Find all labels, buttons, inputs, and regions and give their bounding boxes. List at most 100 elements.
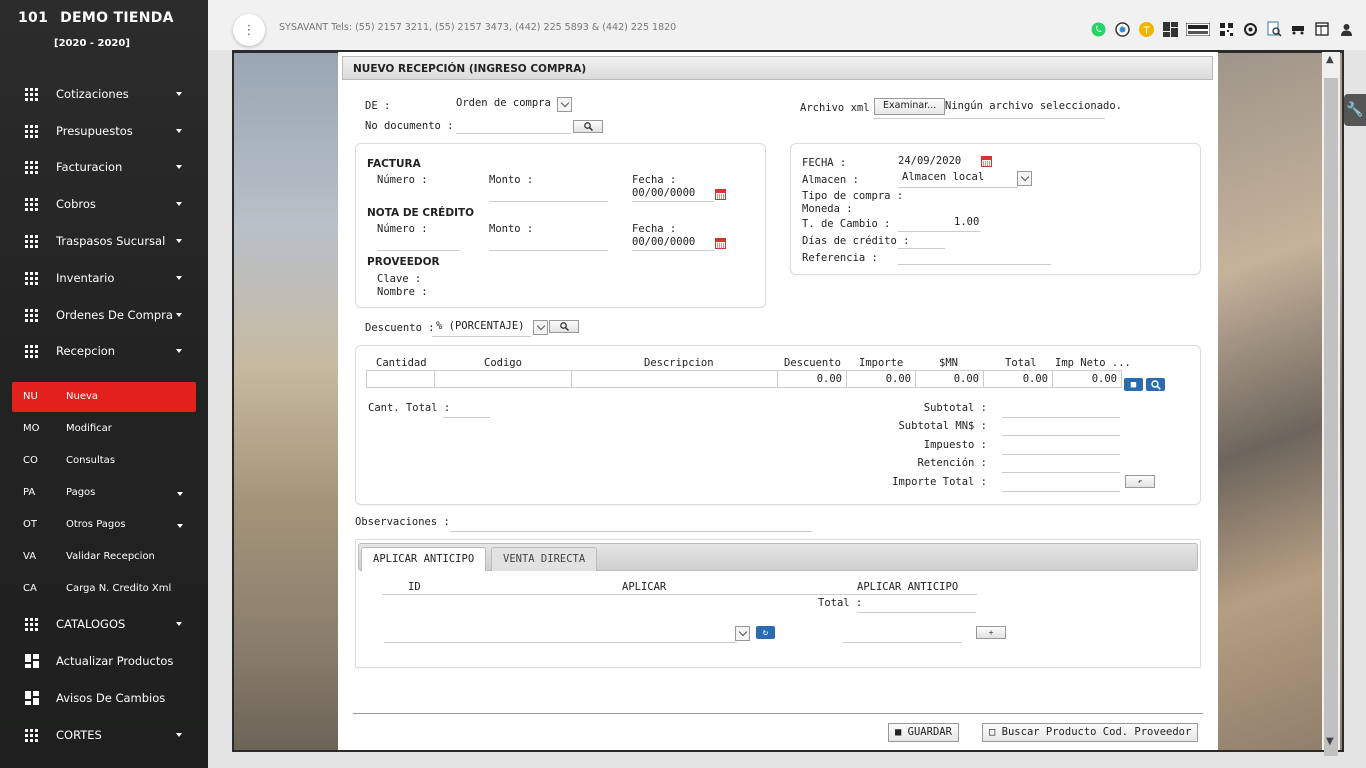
support-icon[interactable] (1114, 21, 1130, 37)
de-label: DE : (365, 100, 391, 112)
wrench-icon[interactable]: 🔧 (1344, 94, 1366, 126)
sidebar-item[interactable]: Ordenes De Compra (0, 297, 208, 333)
submenu-abbr: CO (23, 455, 38, 466)
tab-venta-directa[interactable]: VENTA DIRECTA (491, 547, 598, 571)
total-label: Total : (818, 597, 863, 609)
table-cell[interactable] (366, 370, 435, 388)
sidebar-item-label: Inventario (56, 271, 115, 285)
fecha-label: Fecha : (632, 223, 677, 235)
add-button[interactable]: + (976, 626, 1006, 639)
table-cell[interactable]: 0.00 (777, 370, 847, 388)
submenu-item[interactable]: PA Pagos (12, 478, 196, 508)
t-badge-icon[interactable]: T (1138, 21, 1154, 37)
search-document-button[interactable] (573, 120, 603, 133)
descuento-label: Descuento : (365, 322, 435, 334)
table-cell[interactable]: 0.00 (1052, 370, 1122, 388)
caret-down-icon (176, 276, 182, 280)
sidebar-item[interactable]: Inventario (0, 260, 208, 296)
calendar-icon[interactable] (715, 189, 726, 200)
no-documento-input[interactable] (456, 133, 571, 134)
submenu-item[interactable]: NU Nueva (12, 382, 196, 412)
window-icon[interactable] (1314, 21, 1330, 37)
sidebar-item[interactable]: Cotizaciones (0, 76, 208, 112)
chevron-down-icon[interactable] (735, 626, 750, 641)
anticipo-amount-input[interactable] (843, 642, 962, 643)
browse-file-button[interactable]: Examinar... (874, 98, 946, 115)
tipo-cambio-value[interactable]: 1.00 (954, 216, 979, 228)
no-documento-label: No documento : (365, 120, 454, 132)
submenu-abbr: MO (23, 423, 40, 434)
table-cell[interactable]: 0.00 (846, 370, 916, 388)
descuento-search-button[interactable] (549, 320, 579, 333)
target-icon[interactable] (1242, 21, 1258, 37)
descuento-select[interactable]: % (PORCENTAJE) (432, 319, 532, 336)
search-icon[interactable] (1146, 378, 1165, 391)
undo-button[interactable]: ↶ (1125, 475, 1155, 488)
total-value-importe-total (1002, 491, 1120, 492)
trash-icon[interactable]: ■ (1124, 378, 1143, 391)
table-header: $MN (939, 357, 958, 369)
save-button[interactable]: ■ GUARDAR (888, 723, 959, 742)
dias-credito-input[interactable] (898, 248, 945, 249)
sidebar-item-label: Facturacion (56, 160, 123, 174)
user-icon[interactable] (1338, 21, 1354, 37)
search-document-icon[interactable] (1266, 21, 1282, 37)
scrollbar[interactable]: ▲ ▼ (1322, 52, 1340, 756)
sidebar-item[interactable]: Facturacion (0, 149, 208, 185)
de-select[interactable]: Orden de compra (452, 96, 558, 113)
sidebar-item[interactable]: CORTES (0, 717, 208, 753)
truck-icon[interactable] (1290, 21, 1306, 37)
dashboard-icon[interactable] (1162, 21, 1178, 37)
calendar-icon[interactable] (981, 156, 992, 167)
sidebar-item[interactable]: Cobros (0, 186, 208, 222)
refresh-icon[interactable]: ↻ (756, 626, 775, 639)
monto-input[interactable] (489, 250, 608, 251)
submenu-item[interactable]: MO Modificar (12, 414, 196, 444)
table-cell[interactable] (434, 370, 572, 388)
table-cell[interactable]: 0.00 (983, 370, 1053, 388)
scroll-up-icon[interactable]: ▲ (1326, 54, 1334, 65)
numero-input[interactable] (377, 250, 459, 251)
search-product-button[interactable]: □ Buscar Producto Cod. Proveedor (982, 723, 1199, 742)
grid-icon (25, 309, 38, 322)
almacen-select[interactable]: Almacen local (898, 170, 1019, 187)
caret-down-icon (177, 492, 183, 496)
table-cell[interactable]: 0.00 (915, 370, 984, 388)
grid-icon (25, 345, 38, 358)
tab-bar: APLICAR ANTICIPO VENTA DIRECTA (358, 543, 1198, 571)
anticipo-select[interactable] (384, 642, 737, 643)
chevron-down-icon[interactable] (557, 97, 572, 112)
observaciones-input[interactable] (450, 531, 812, 532)
fecha-value[interactable]: 24/09/2020 (898, 155, 961, 167)
referencia-input[interactable] (898, 264, 1051, 265)
chevron-down-icon[interactable] (533, 320, 548, 335)
scroll-down-icon[interactable]: ▼ (1326, 736, 1334, 747)
table-cell[interactable] (571, 370, 778, 388)
submenu-item[interactable]: CO Consultas (12, 446, 196, 476)
submenu-item[interactable]: VA Validar Recepcion (12, 542, 196, 572)
calendar-icon[interactable] (715, 238, 726, 249)
sidebar-item[interactable]: Actualizar Productos (0, 643, 208, 679)
total-value (857, 612, 976, 613)
more-options-button[interactable]: ⋮ (233, 14, 265, 46)
fecha-value[interactable]: 00/00/0000 (632, 187, 695, 199)
sidebar-item[interactable]: Recepcion (0, 333, 208, 369)
toolbar-icons: T (1090, 20, 1362, 38)
monto-input[interactable] (489, 201, 608, 202)
sidebar-item[interactable]: Avisos De Cambios (0, 680, 208, 716)
sidebar-item[interactable]: Traspasos Sucursal (0, 223, 208, 259)
caret-down-icon (176, 622, 182, 626)
fecha-value[interactable]: 00/00/0000 (632, 236, 695, 248)
table-header: Codigo (484, 357, 522, 369)
sat-icon[interactable] (1186, 21, 1210, 37)
whatsapp-icon[interactable] (1090, 21, 1106, 37)
submenu-item[interactable]: CA Carga N. Credito Xml (12, 574, 196, 604)
sidebar-item[interactable]: CATALOGOS (0, 606, 208, 642)
chevron-down-icon[interactable] (1017, 171, 1032, 186)
tab-aplicar-anticipo[interactable]: APLICAR ANTICIPO (361, 547, 487, 571)
sidebar-item[interactable]: Presupuestos (0, 113, 208, 149)
submenu-label: Carga N. Credito Xml (66, 583, 172, 594)
submenu-item[interactable]: OT Otros Pagos (12, 510, 196, 540)
sidebar-item-label: CORTES (56, 728, 102, 742)
qr-code-icon[interactable] (1218, 21, 1234, 37)
